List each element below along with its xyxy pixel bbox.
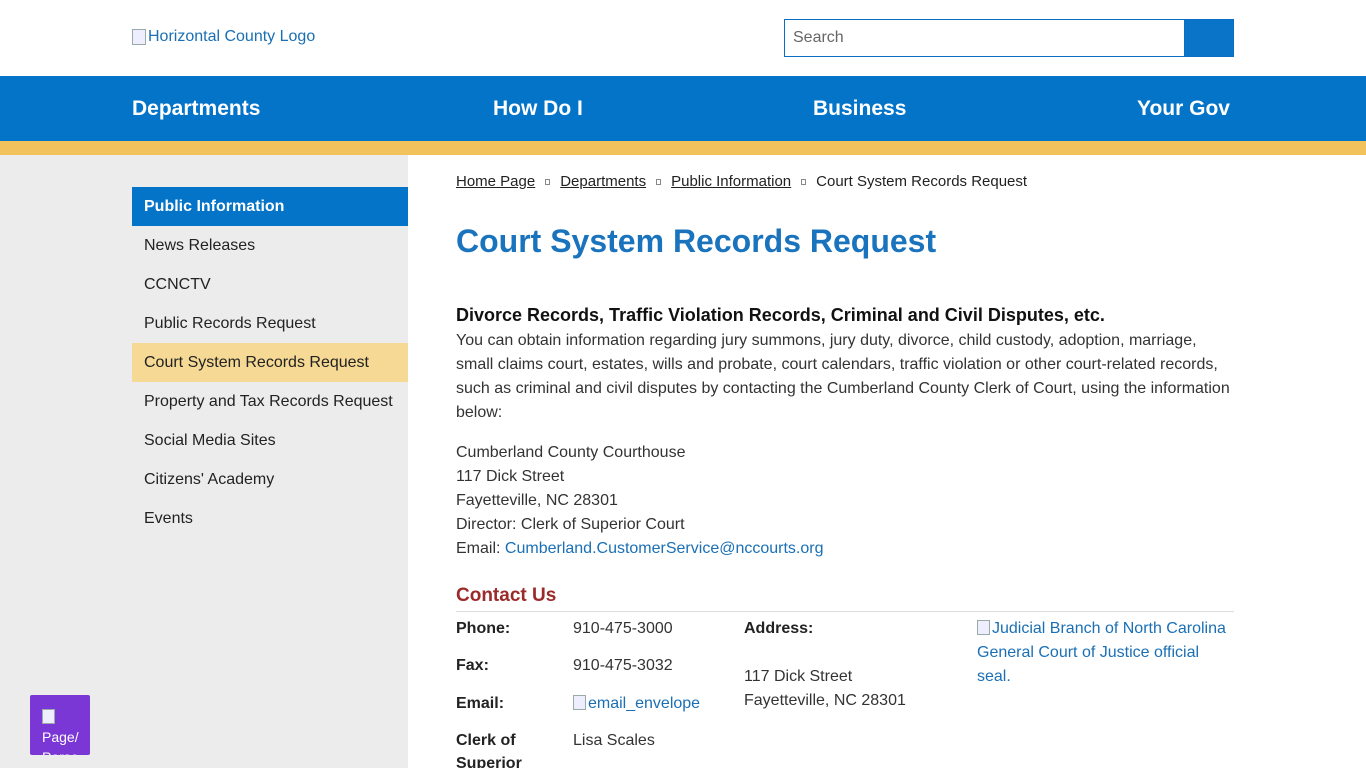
contact-us-heading: Contact Us — [456, 585, 557, 606]
email-envelope-icon — [573, 695, 586, 710]
accent-bar — [0, 141, 1366, 155]
page-personalization-widget[interactable]: Page/ Perso — [30, 695, 90, 755]
email-label: Email: — [456, 540, 505, 557]
nav-business[interactable]: Business — [813, 97, 906, 121]
sidebar-title[interactable]: Public Information — [132, 187, 408, 226]
sidebar-item-property-tax[interactable]: Property and Tax Records Request — [132, 382, 408, 421]
sidebar-item-news-releases[interactable]: News Releases — [132, 226, 408, 265]
breadcrumb-separator-icon — [801, 178, 807, 185]
nav-departments[interactable]: Departments — [132, 97, 260, 121]
broken-image-icon — [977, 620, 990, 635]
clerk-label: Clerk of Superior — [456, 732, 522, 768]
fax-label: Fax: — [456, 657, 489, 674]
seal-alt-text: Judicial Branch of North Carolina Genera… — [977, 620, 1226, 685]
email-contact-label: Email: — [456, 695, 505, 712]
sidebar-item-social-media[interactable]: Social Media Sites — [132, 421, 408, 460]
address-line: 117 Dick Street — [456, 468, 565, 485]
section-subheading: Divorce Records, Traffic Violation Recor… — [456, 305, 1105, 325]
search-bar — [784, 19, 1234, 57]
content-area: Public Information News Releases CCNCTV … — [0, 155, 1366, 768]
phone-label: Phone: — [456, 620, 511, 637]
fax-value: 910-475-3032 — [573, 657, 673, 674]
search-input[interactable] — [784, 19, 1184, 57]
divider — [456, 611, 1234, 612]
breadcrumb-public-information[interactable]: Public Information — [671, 173, 791, 190]
sidebar-item-ccnctv[interactable]: CCNCTV — [132, 265, 408, 304]
page-title: Court System Records Request — [456, 223, 937, 259]
breadcrumb: Home Page Departments Public Information… — [456, 173, 1027, 190]
email-line: Email: Cumberland.CustomerService@nccour… — [456, 537, 824, 561]
site-header: Horizontal County Logo — [0, 0, 1366, 76]
email-link[interactable]: Cumberland.CustomerService@nccourts.org — [505, 540, 824, 557]
contact-address-line2: Fayetteville, NC 28301 — [744, 692, 906, 709]
sidebar-item-events[interactable]: Events — [132, 499, 408, 538]
main-nav: Departments How Do I Business Your Gov — [0, 76, 1366, 141]
courthouse-address: Cumberland County Courthouse 117 Dick St… — [456, 441, 824, 561]
sidebar-item-citizens-academy[interactable]: Citizens' Academy — [132, 460, 408, 499]
sidebar-item-public-records[interactable]: Public Records Request — [132, 304, 408, 343]
nav-your-gov[interactable]: Your Gov — [1137, 97, 1230, 121]
broken-image-icon — [42, 709, 55, 724]
nav-how-do-i[interactable]: How Do I — [493, 97, 583, 121]
widget-label: Page/ Perso — [42, 729, 79, 755]
clerk-value: Lisa Scales — [573, 732, 655, 749]
breadcrumb-home[interactable]: Home Page — [456, 173, 535, 190]
contact-address-line1: 117 Dick Street — [744, 668, 853, 685]
broken-image-icon — [132, 29, 146, 45]
address-line: Cumberland County Courthouse — [456, 444, 686, 461]
phone-value: 910-475-3000 — [573, 620, 673, 637]
sidebar-item-court-records[interactable]: Court System Records Request — [132, 343, 408, 382]
intro-paragraph: You can obtain information regarding jur… — [456, 332, 1230, 421]
county-logo[interactable]: Horizontal County Logo — [132, 28, 315, 46]
logo-alt-text: Horizontal County Logo — [148, 28, 316, 45]
sidebar-nav: Public Information News Releases CCNCTV … — [132, 187, 408, 538]
court-seal-image[interactable]: Judicial Branch of North Carolina Genera… — [977, 617, 1227, 689]
breadcrumb-departments[interactable]: Departments — [560, 173, 646, 190]
address-line: Fayetteville, NC 28301 — [456, 492, 618, 509]
address-label: Address: — [744, 620, 814, 637]
breadcrumb-current: Court System Records Request — [816, 173, 1028, 190]
search-button[interactable] — [1184, 19, 1234, 57]
email-envelope-link[interactable]: email_envelope — [573, 692, 700, 716]
breadcrumb-separator-icon — [545, 178, 551, 185]
email-envelope-alt[interactable]: email_envelope — [588, 695, 700, 712]
address-line: Director: Clerk of Superior Court — [456, 516, 685, 533]
breadcrumb-separator-icon — [656, 178, 662, 185]
